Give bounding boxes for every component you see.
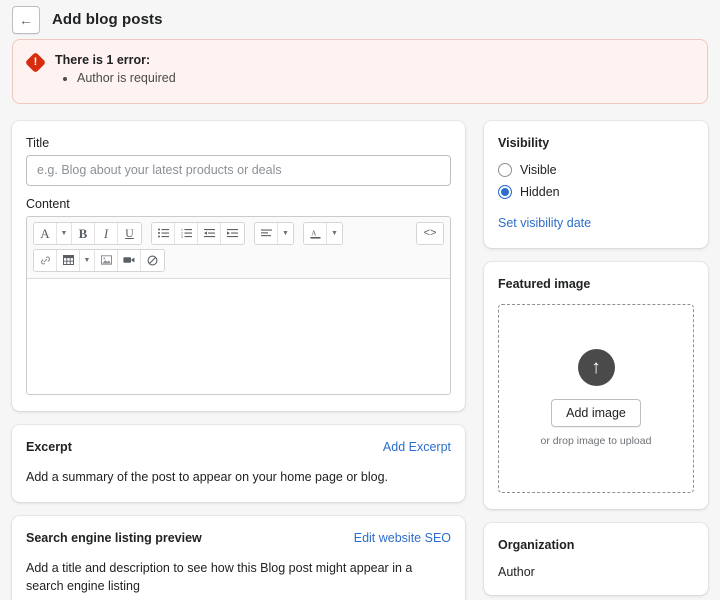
editor-toolbar-row-1: A ▼ B I U 1 2 3 ▼ A ▼ <> (33, 221, 444, 245)
back-button[interactable]: ← (12, 5, 40, 34)
error-list: Author is required (55, 69, 693, 88)
editor-toolbar-row-2: ▼ (33, 248, 444, 272)
align-caret-icon[interactable]: ▼ (278, 222, 293, 244)
error-banner-title: There is 1 error: (55, 53, 151, 67)
italic-icon[interactable]: I (95, 222, 118, 244)
page-title: Add blog posts (52, 11, 163, 28)
visibility-card: Visibility Visible Hidden Set visibility… (484, 120, 708, 248)
bold-icon[interactable]: B (72, 222, 95, 244)
align-group: ▼ (254, 221, 294, 245)
font-group: A ▼ B I U (33, 221, 142, 245)
content-label: Content (26, 196, 70, 211)
radio-hidden-icon[interactable] (498, 184, 512, 199)
arrow-left-icon: ← (19, 11, 33, 28)
svg-text:A: A (311, 229, 316, 237)
featured-image-card: Featured image ↑ Add image or drop image… (484, 261, 708, 509)
radio-hidden-label: Hidden (520, 184, 560, 199)
image-icon[interactable] (95, 249, 118, 271)
author-label: Author (498, 564, 535, 579)
text-color-caret-icon[interactable]: ▼ (327, 222, 342, 244)
title-label: Title (26, 135, 50, 150)
editor-content-area[interactable] (27, 278, 450, 394)
align-icon[interactable] (255, 222, 278, 244)
organization-card: Organization Author (484, 522, 708, 595)
main-column: Title Content A ▼ B I U (12, 120, 465, 600)
table-caret-icon[interactable]: ▼ (80, 249, 95, 271)
numbered-list-icon[interactable]: 1 2 3 (175, 222, 198, 244)
error-banner: ! There is 1 error: Author is required (12, 39, 708, 104)
editor-toolbar: A ▼ B I U 1 2 3 ▼ A ▼ <> ▼ (27, 216, 450, 279)
text-color-group: A ▼ (303, 221, 343, 245)
sidebar-column: Visibility Visible Hidden Set visibility… (484, 120, 708, 600)
video-icon[interactable] (118, 249, 141, 271)
font-style-caret-icon[interactable]: ▼ (57, 222, 72, 244)
radio-option-hidden[interactable]: Hidden (498, 184, 694, 199)
underline-icon[interactable]: U (118, 222, 141, 244)
edit-website-seo-link[interactable]: Edit website SEO (354, 531, 451, 545)
add-image-button[interactable]: Add image (551, 399, 641, 428)
title-input[interactable] (26, 154, 451, 186)
table-icon[interactable] (57, 249, 80, 271)
set-visibility-date-link[interactable]: Set visibility date (498, 216, 591, 230)
font-style-icon[interactable]: A (34, 222, 57, 244)
error-banner-wrapper: ! There is 1 error: Author is required (0, 39, 720, 104)
upload-arrow-icon: ↑ (577, 349, 615, 387)
organization-title: Organization (498, 537, 575, 552)
error-diamond-icon: ! (24, 51, 47, 74)
radio-option-visible[interactable]: Visible (498, 162, 694, 177)
error-list-item: Author is required (77, 69, 693, 88)
seo-title: Search engine listing preview (26, 530, 202, 545)
content-columns: Title Content A ▼ B I U (0, 104, 720, 600)
outdent-icon[interactable] (198, 222, 221, 244)
featured-image-title: Featured image (498, 276, 591, 291)
seo-card: Search engine listing preview Edit websi… (12, 515, 465, 600)
text-color-icon[interactable]: A (304, 222, 327, 244)
visibility-title: Visibility (498, 135, 550, 150)
drop-image-hint: or drop image to upload (540, 435, 652, 448)
radio-visible-icon[interactable] (498, 162, 512, 177)
image-dropzone[interactable]: ↑ Add image or drop image to upload (498, 303, 694, 493)
bulleted-list-icon[interactable] (152, 222, 175, 244)
post-details-card: Title Content A ▼ B I U (12, 120, 465, 411)
link-icon[interactable] (34, 249, 57, 271)
code-view-icon[interactable]: <> (417, 222, 443, 244)
excerpt-card: Excerpt Add Excerpt Add a summary of the… (12, 424, 465, 502)
excerpt-title: Excerpt (26, 439, 72, 454)
clear-formatting-icon[interactable] (141, 249, 164, 271)
list-group: 1 2 3 (151, 221, 245, 245)
svg-text:3: 3 (181, 235, 183, 238)
page-header: ← Add blog posts (0, 0, 720, 39)
excerpt-description: Add a summary of the post to appear on y… (26, 469, 389, 484)
indent-icon[interactable] (221, 222, 244, 244)
seo-description: Add a title and description to see how t… (26, 560, 413, 593)
code-group: <> (416, 221, 444, 245)
content-editor[interactable]: A ▼ B I U 1 2 3 ▼ A ▼ <> ▼ (26, 215, 451, 395)
radio-visible-label: Visible (520, 162, 557, 177)
add-excerpt-link[interactable]: Add Excerpt (383, 440, 451, 454)
insert-group: ▼ (33, 248, 165, 272)
